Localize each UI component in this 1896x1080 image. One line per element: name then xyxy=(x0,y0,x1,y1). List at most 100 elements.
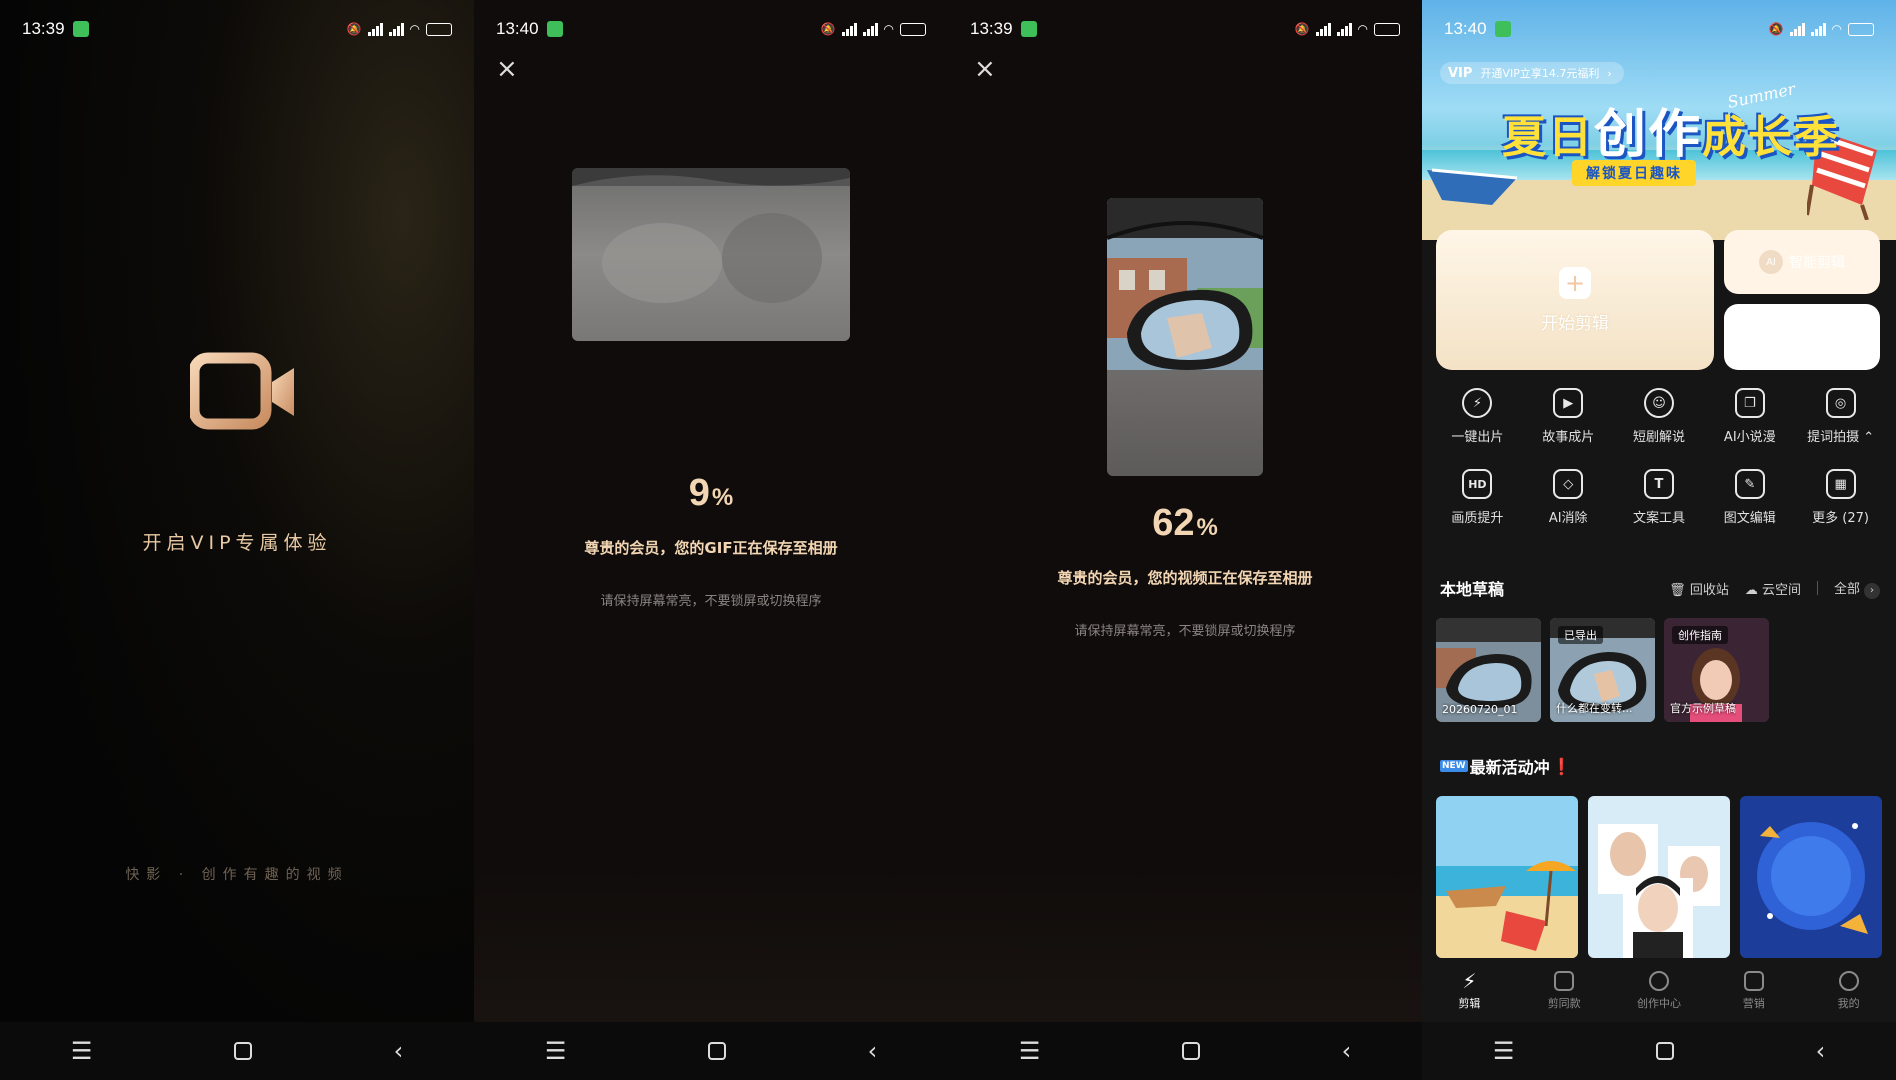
mute-icon: 🔕 xyxy=(1294,22,1310,36)
tool-item[interactable]: ▶ 故事成片 xyxy=(1523,388,1614,445)
tool-item[interactable]: ▦ 更多 (27) xyxy=(1795,469,1886,526)
vip-splash-screen: 13:39 🔕 ◠ 开启VIP专属体验 快影 · 创作有趣的视频 ☰ ‹ xyxy=(0,0,474,1080)
menu-icon[interactable]: ☰ xyxy=(1493,1037,1515,1065)
tab-edit[interactable]: ⚡ 剪辑 xyxy=(1434,971,1504,1011)
back-icon[interactable]: ‹ xyxy=(1342,1037,1352,1065)
book-icon: ❐ xyxy=(1734,388,1765,418)
ai-edit-button[interactable]: AI 智能剪辑 xyxy=(1724,230,1880,294)
status-time: 13:40 xyxy=(496,19,539,38)
news-card[interactable] xyxy=(1588,796,1730,958)
app-notification-icon xyxy=(72,21,89,37)
tool-item[interactable]: ⚡ 一键出片 xyxy=(1432,388,1523,445)
cloud-space-button[interactable]: ☁ 云空间 xyxy=(1745,579,1801,598)
tool-item[interactable]: ✎ 图文编辑 xyxy=(1704,469,1795,526)
banner-subtitle: 解锁夏日趣味 xyxy=(1572,160,1696,186)
tab-label: 创作中心 xyxy=(1636,997,1681,1010)
banner-title-big: 创作 xyxy=(1594,105,1703,165)
signal-icon xyxy=(1789,22,1805,36)
close-icon[interactable]: × xyxy=(974,56,996,82)
progress-value: 9 xyxy=(688,472,710,514)
cloud-icon: ☁ xyxy=(1744,582,1762,598)
close-icon[interactable]: × xyxy=(496,56,518,82)
tab-template[interactable]: 剪同款 xyxy=(1529,971,1599,1011)
tool-label: 更多 (27) xyxy=(1812,511,1869,526)
recycle-label: 回收站 xyxy=(1689,582,1729,598)
tool-item[interactable]: HD 画质提升 xyxy=(1432,469,1523,526)
home-icon[interactable] xyxy=(233,1042,252,1060)
back-icon[interactable]: ‹ xyxy=(394,1037,404,1065)
draft-item[interactable]: 已导出 什么都在变转... xyxy=(1550,618,1655,722)
progress-percent: 62% xyxy=(948,502,1422,545)
hd-icon: HD xyxy=(1462,469,1493,499)
app-home-screen: VIP 开通VIP立享14.7元福利 › Summer 夏日创作成长季 解锁夏日… xyxy=(1422,0,1896,1080)
drama-icon: ☺ xyxy=(1643,388,1674,418)
start-edit-label: 开始剪辑 xyxy=(1541,313,1609,334)
tab-marketing[interactable]: 营销 xyxy=(1719,971,1789,1011)
gif-preview xyxy=(572,168,850,341)
home-icon[interactable] xyxy=(1655,1042,1674,1060)
status-time: 13:40 xyxy=(1444,19,1487,38)
signal-icon-2 xyxy=(1336,22,1352,36)
tool-item[interactable]: ❐ AI小说漫 xyxy=(1704,388,1795,445)
app-notification-icon xyxy=(546,21,563,37)
exported-tag: 已导出 xyxy=(1558,626,1603,644)
beach-card-image xyxy=(1436,796,1578,958)
draft-item[interactable]: 创作指南 官方示例草稿 xyxy=(1664,618,1769,722)
secondary-card[interactable] xyxy=(1724,304,1880,370)
tab-profile[interactable]: 我的 xyxy=(1814,971,1884,1011)
app-slogan: 快影 · 创作有趣的视频 xyxy=(125,867,349,883)
back-icon[interactable]: ‹ xyxy=(1816,1037,1826,1065)
image-edit-icon: ✎ xyxy=(1734,469,1765,499)
banner-title-pre: 夏日 xyxy=(1502,112,1594,163)
signal-icon-2 xyxy=(1810,22,1826,36)
recycle-bin-button[interactable]: 🗑 回收站 xyxy=(1669,579,1729,598)
signal-icon-2 xyxy=(388,22,404,36)
lightning-icon: ⚡ xyxy=(1462,388,1493,418)
tab-label: 我的 xyxy=(1837,997,1860,1010)
ai-icon: AI xyxy=(1759,250,1783,274)
all-drafts-button[interactable]: 全部 › xyxy=(1834,578,1880,599)
all-label: 全部 xyxy=(1833,581,1860,597)
news-card[interactable] xyxy=(1740,796,1882,958)
draft-caption: 什么都在变转... xyxy=(1556,702,1633,715)
tool-label: 短剧解说 xyxy=(1632,430,1685,445)
status-bar: 13:39 🔕 ◠ xyxy=(948,0,1422,58)
tool-item[interactable]: ☺ 短剧解说 xyxy=(1614,388,1705,445)
save-message: 尊贵的会员，您的GIF正在保存至相册 xyxy=(584,539,838,557)
new-icon: NEW xyxy=(1440,760,1468,772)
tab-label: 营销 xyxy=(1742,997,1765,1010)
news-carousel xyxy=(1436,796,1882,958)
menu-icon[interactable]: ☰ xyxy=(1019,1037,1041,1065)
gif-saving-screen: 13:40 🔕 ◠ × 9% 尊贵的会员，您的GIF正在保存至相册 请保持屏幕常… xyxy=(474,0,948,1080)
chevron-right-icon: › xyxy=(1864,582,1880,599)
status-bar: 13:39 🔕 ◠ xyxy=(0,0,474,58)
bag-icon xyxy=(1743,971,1764,991)
chevron-right-icon: › xyxy=(1607,66,1612,80)
guide-tag: 创作指南 xyxy=(1672,626,1728,644)
creator-icon xyxy=(1648,971,1669,991)
menu-icon[interactable]: ☰ xyxy=(545,1037,567,1065)
battery-icon xyxy=(426,22,452,36)
home-icon[interactable] xyxy=(707,1042,726,1060)
tool-item[interactable]: T 文案工具 xyxy=(1614,469,1705,526)
battery-icon xyxy=(1374,22,1400,36)
banner-title-post: 成长季 xyxy=(1702,112,1841,163)
keep-screen-hint: 请保持屏幕常亮，不要锁屏或切换程序 xyxy=(1074,624,1296,639)
progress-value: 62 xyxy=(1152,502,1195,544)
draft-item[interactable]: 20260720_01 xyxy=(1436,618,1541,722)
home-icon[interactable] xyxy=(1181,1042,1200,1060)
back-icon[interactable]: ‹ xyxy=(868,1037,878,1065)
vip-promo-chip[interactable]: VIP 开通VIP立享14.7元福利 › xyxy=(1440,62,1624,84)
drafts-header: 本地草稿 🗑 回收站 ☁ 云空间 全部 › xyxy=(1440,576,1880,600)
tool-label: 一键出片 xyxy=(1451,430,1504,445)
tool-item[interactable]: ◇ AI消除 xyxy=(1523,469,1614,526)
vip-promo-text: 开通VIP立享14.7元福利 xyxy=(1480,67,1600,80)
news-card[interactable] xyxy=(1436,796,1578,958)
start-edit-button[interactable]: + 开始剪辑 xyxy=(1436,230,1714,370)
tab-creator-center[interactable]: 创作中心 xyxy=(1624,971,1694,1011)
tool-item[interactable]: ◎ 提词拍摄 ⌃ xyxy=(1795,388,1886,445)
system-nav-bar: ☰ ‹ xyxy=(474,1022,948,1080)
menu-icon[interactable]: ☰ xyxy=(71,1037,93,1065)
cloud-label: 云空间 xyxy=(1761,582,1801,598)
news-header: NEW 最新活动冲 ❗ xyxy=(1440,754,1572,778)
